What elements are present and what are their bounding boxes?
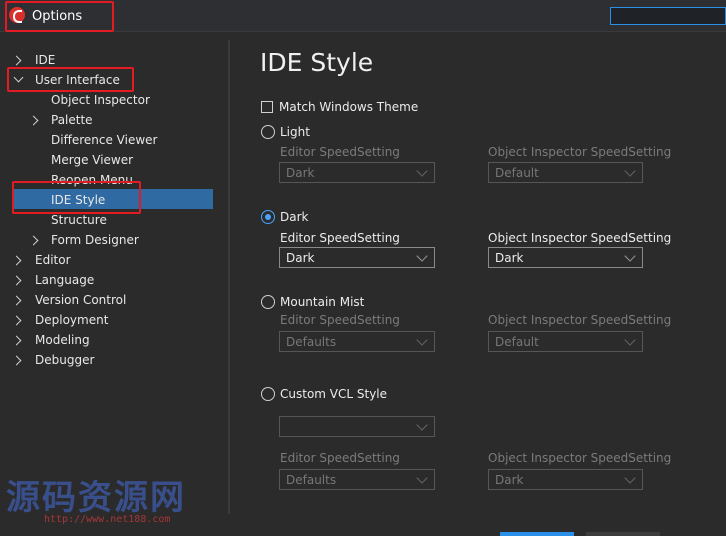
dark-editor-label: Editor SpeedSetting (280, 231, 400, 245)
light-label: Light (280, 125, 310, 139)
tree-item-modeling[interactable]: Modeling (35, 330, 90, 350)
chevron-down-icon (416, 472, 428, 484)
tree-item-version-control[interactable]: Version Control (35, 290, 126, 310)
page-title: IDE Style (260, 48, 374, 77)
light-editor-select[interactable]: Dark (279, 162, 435, 183)
chevron-down-icon[interactable] (13, 72, 24, 83)
mountain-mist-radio[interactable] (261, 295, 275, 309)
dark-radio[interactable] (261, 210, 275, 224)
chevron-right-icon[interactable] (11, 255, 22, 266)
chevron-down-icon (416, 419, 428, 431)
custom-inspector-select[interactable]: Dark (488, 469, 643, 490)
watermark-text: 源码资源网 (6, 478, 186, 518)
chevron-down-icon (416, 334, 428, 346)
tree-item-deployment[interactable]: Deployment (35, 310, 108, 330)
cancel-button-edge[interactable] (586, 532, 660, 536)
chevron-down-icon (624, 334, 636, 346)
custom-editor-select[interactable]: Defaults (279, 469, 435, 490)
chevron-right-icon[interactable] (11, 275, 22, 286)
light-radio[interactable] (261, 125, 275, 139)
tree-item-ide-style[interactable]: IDE Style (51, 190, 105, 210)
custom-inspector-label: Object Inspector SpeedSetting (488, 451, 672, 465)
tree-item-user-interface[interactable]: User Interface (35, 70, 120, 90)
chevron-right-icon[interactable] (11, 355, 22, 366)
dark-editor-select[interactable]: Dark (279, 247, 435, 268)
chevron-right-icon[interactable] (28, 235, 39, 246)
chevron-down-icon (624, 165, 636, 177)
ok-button-edge[interactable] (500, 532, 574, 536)
chevron-down-icon (624, 472, 636, 484)
title-bar: Options (0, 0, 726, 32)
options-tree: IDE User Interface Object Inspector Pale… (0, 32, 228, 536)
light-inspector-select[interactable]: Default (488, 162, 643, 183)
chevron-down-icon (416, 165, 428, 177)
search-box[interactable] (610, 7, 726, 25)
tree-item-editor[interactable]: Editor (35, 250, 71, 270)
match-windows-theme-label: Match Windows Theme (279, 100, 419, 114)
tree-selection-highlight (14, 189, 213, 209)
tree-item-ide[interactable]: IDE (35, 50, 55, 70)
mountain-mist-inspector-label: Object Inspector SpeedSetting (488, 313, 672, 327)
chevron-down-icon (624, 250, 636, 262)
tree-item-language[interactable]: Language (35, 270, 94, 290)
watermark-url: http://www.net188.com (44, 514, 171, 525)
dark-label: Dark (280, 210, 309, 224)
light-inspector-label: Object Inspector SpeedSetting (488, 145, 672, 159)
tree-item-palette[interactable]: Palette (51, 110, 93, 130)
search-input[interactable] (611, 8, 725, 24)
custom-editor-label: Editor SpeedSetting (280, 451, 400, 465)
custom-vcl-style-select[interactable] (279, 416, 435, 437)
light-editor-label: Editor SpeedSetting (280, 145, 400, 159)
tree-item-difference-viewer[interactable]: Difference Viewer (51, 130, 157, 150)
chevron-down-icon (416, 250, 428, 262)
panel-divider[interactable] (228, 40, 230, 514)
dark-inspector-label: Object Inspector SpeedSetting (488, 231, 672, 245)
chevron-right-icon[interactable] (11, 55, 22, 66)
tree-item-merge-viewer[interactable]: Merge Viewer (51, 150, 133, 170)
mountain-mist-editor-select[interactable]: Defaults (279, 331, 435, 352)
tree-item-debugger[interactable]: Debugger (35, 350, 94, 370)
chevron-right-icon[interactable] (28, 115, 39, 126)
app-logo-icon (9, 7, 25, 23)
match-windows-theme-checkbox[interactable] (261, 101, 273, 113)
tree-item-structure[interactable]: Structure (51, 210, 107, 230)
tree-item-reopen-menu[interactable]: Reopen Menu (51, 170, 133, 190)
tree-item-object-inspector[interactable]: Object Inspector (51, 90, 150, 110)
tree-item-form-designer[interactable]: Form Designer (51, 230, 139, 250)
dark-inspector-select[interactable]: Dark (488, 247, 643, 268)
mountain-mist-editor-label: Editor SpeedSetting (280, 313, 400, 327)
window-title: Options (32, 9, 83, 24)
custom-vcl-style-radio[interactable] (261, 387, 275, 401)
mountain-mist-label: Mountain Mist (280, 295, 365, 309)
chevron-right-icon[interactable] (11, 335, 22, 346)
mountain-mist-inspector-select[interactable]: Default (488, 331, 643, 352)
custom-vcl-style-label: Custom VCL Style (280, 387, 388, 401)
chevron-right-icon[interactable] (11, 315, 22, 326)
chevron-right-icon[interactable] (11, 295, 22, 306)
